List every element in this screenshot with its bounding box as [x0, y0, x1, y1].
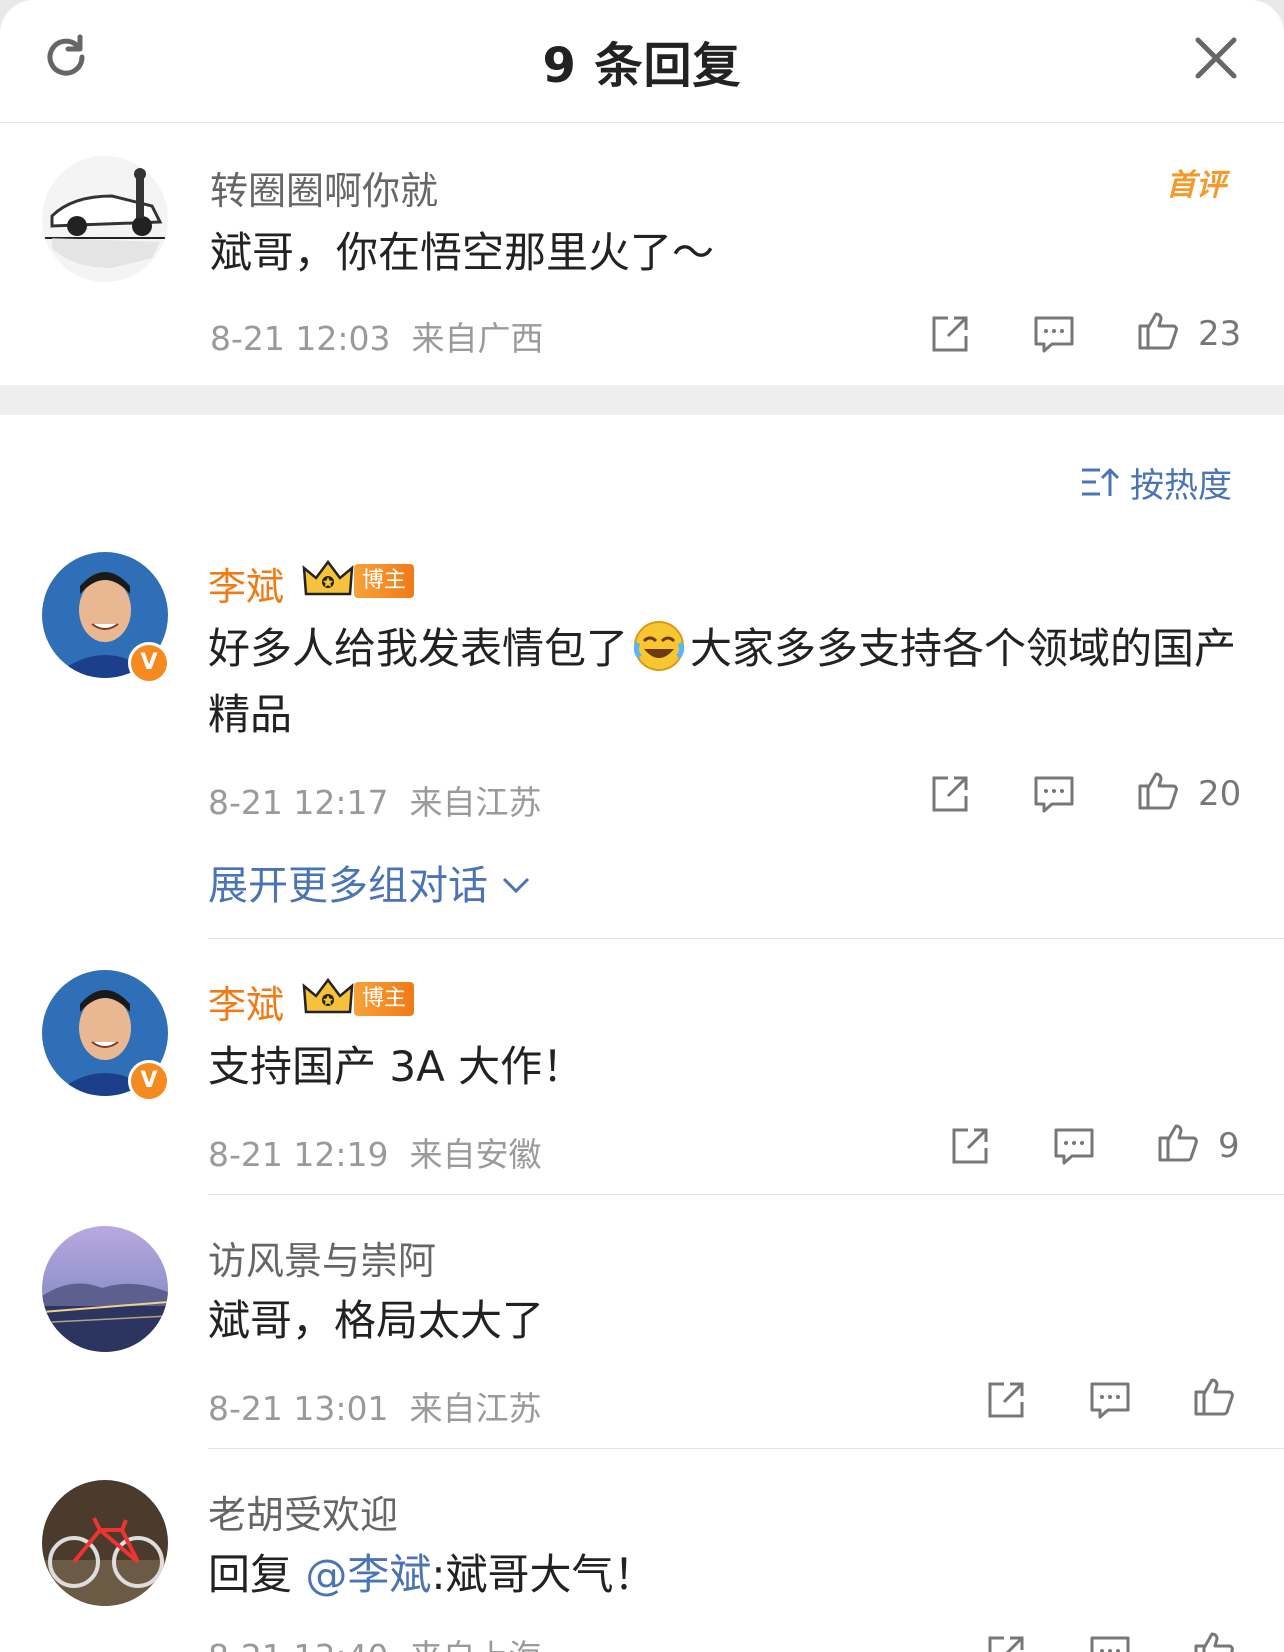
comment-icon[interactable] — [1032, 312, 1076, 356]
comment-text: 回复 @李斌:斌哥大气！ — [208, 1542, 1248, 1608]
avatar[interactable] — [42, 1480, 168, 1606]
laugh-cry-emoji — [633, 621, 685, 671]
section-gap — [0, 385, 1284, 415]
comment-text-part: :斌哥大气！ — [431, 1550, 656, 1599]
sort-icon[interactable] — [1080, 462, 1120, 502]
verified-badge: V — [128, 642, 170, 684]
comment-username[interactable]: 老胡受欢迎 — [208, 1484, 398, 1539]
share-icon[interactable] — [984, 1632, 1028, 1652]
comment-meta: 8-21 12:17 来自江苏 — [208, 776, 541, 824]
comment-icon[interactable] — [1088, 1632, 1132, 1652]
comment-meta: 8-21 12:03 来自广西 — [210, 312, 543, 360]
crown-icon — [302, 560, 354, 596]
share-icon[interactable] — [928, 772, 972, 816]
comment-location: 来自江苏 — [409, 1389, 542, 1428]
reply-sheet: 9 条回复 转圈圈啊你就 首评 斌哥，你在悟空那里火了～ 8-21 12:03 … — [0, 0, 1284, 1652]
avatar[interactable] — [42, 156, 168, 282]
chevron-down-icon — [502, 877, 529, 894]
share-icon[interactable] — [948, 1124, 992, 1168]
comment-username[interactable]: 李斌 — [208, 556, 284, 611]
divider — [208, 1448, 1284, 1449]
expand-label: 展开更多组对话 — [208, 863, 488, 909]
comment-icon[interactable] — [1032, 772, 1076, 816]
close-icon[interactable] — [1192, 34, 1240, 82]
mention-link[interactable]: @李斌 — [305, 1550, 431, 1599]
share-icon[interactable] — [984, 1378, 1028, 1422]
like-count: 9 — [1218, 1126, 1240, 1166]
comment-username[interactable]: 李斌 — [208, 974, 284, 1029]
comment-location: 来自安徽 — [409, 1135, 542, 1174]
comment-meta: 8-21 13:01 来自江苏 — [208, 1382, 541, 1430]
comment-location: 来自江苏 — [409, 783, 542, 822]
blogger-tag: 博主 — [354, 564, 415, 598]
comment-time: 8-21 13:40 — [208, 1637, 389, 1652]
comment-time: 8-21 12:19 — [208, 1135, 389, 1174]
page-title: 9 条回复 — [542, 38, 742, 94]
like-count: 20 — [1198, 774, 1242, 814]
like-icon[interactable] — [1192, 1374, 1236, 1418]
comment-text: 支持国产 3A 大作！ — [208, 1042, 585, 1091]
comment-text: 好多人给我发表情包了 大家多多支持各个领域的国产精品 — [208, 616, 1248, 748]
like-icon[interactable] — [1136, 768, 1180, 812]
comment-icon[interactable] — [1052, 1124, 1096, 1168]
comment-meta: 8-21 12:19 来自安徽 — [208, 1128, 541, 1176]
expand-conversation-link[interactable]: 展开更多组对话 — [208, 853, 531, 911]
first-comment-badge: 首评 — [1166, 168, 1226, 203]
crown-icon — [302, 978, 354, 1014]
sheet-header: 9 条回复 — [0, 0, 1284, 123]
comment-text: 斌哥，格局太大了 — [208, 1296, 545, 1345]
like-icon[interactable] — [1156, 1120, 1200, 1164]
comment-text-part: 好多人给我发表情包了 — [208, 624, 629, 673]
blogger-tag: 博主 — [354, 982, 415, 1016]
share-icon[interactable] — [928, 312, 972, 356]
comment-icon[interactable] — [1088, 1378, 1132, 1422]
comment-time: 8-21 12:03 — [210, 319, 391, 358]
comment-username[interactable]: 转圈圈啊你就 — [210, 160, 438, 215]
comment-location: 来自广西 — [411, 319, 544, 358]
like-icon[interactable] — [1136, 308, 1180, 352]
verified-badge: V — [128, 1060, 170, 1102]
comment-time: 8-21 13:01 — [208, 1389, 389, 1428]
divider — [208, 1194, 1284, 1195]
sort-toggle[interactable]: 按热度 — [1130, 458, 1232, 507]
comment-location: 来自上海 — [409, 1637, 541, 1652]
reply-prefix: 回复 — [208, 1550, 293, 1599]
comment-text: 斌哥，你在悟空那里火了～ — [210, 228, 715, 277]
divider — [208, 938, 1284, 939]
comment-username[interactable]: 访风景与崇阿 — [208, 1230, 436, 1285]
like-count: 23 — [1198, 314, 1242, 354]
comment-time: 8-21 12:17 — [208, 783, 389, 822]
like-icon[interactable] — [1192, 1628, 1236, 1652]
avatar[interactable] — [42, 1226, 168, 1352]
comment-meta: 8-21 13:40 来自上海 — [208, 1630, 541, 1652]
